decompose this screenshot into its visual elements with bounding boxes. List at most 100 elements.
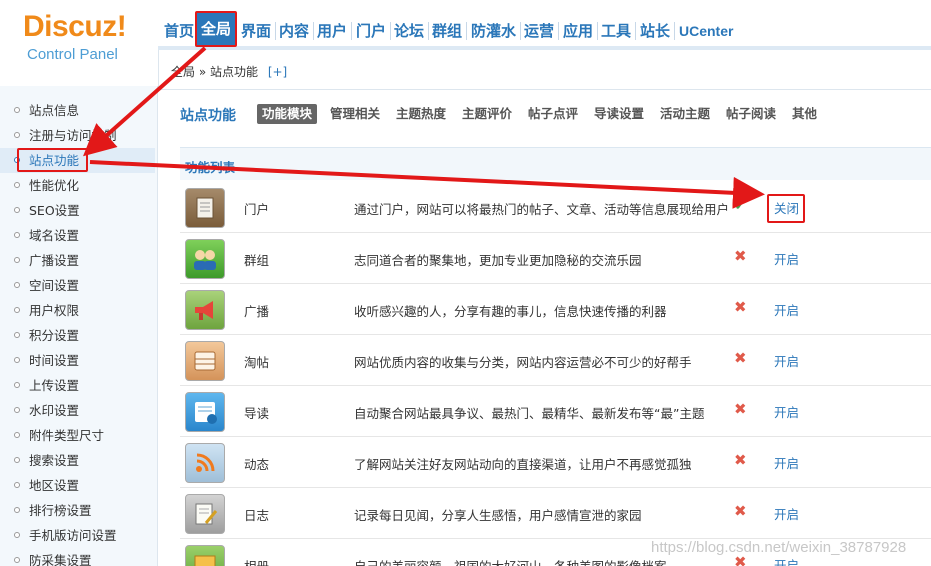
nav-operations[interactable]: 运营 [524, 20, 554, 44]
nav-groups[interactable]: 群组 [432, 20, 462, 44]
logo[interactable]: Discuz! Control Panel [0, 0, 158, 86]
cross-icon: ✖ [734, 451, 747, 469]
module-name: 门户 [244, 202, 270, 217]
table-row: 淘帖 网站优质内容的收集与分类，网站内容运营必不可少的好帮手 ✖ 开启 [180, 335, 931, 386]
sidebar-item-seo[interactable]: SEO设置 [0, 198, 155, 223]
sidebar-item-label: 用户权限 [29, 303, 80, 318]
bullet-icon [14, 282, 20, 288]
tab-post-read[interactable]: 帖子阅读 [726, 104, 776, 124]
nav-content[interactable]: 内容 [279, 20, 309, 44]
nav-tools[interactable]: 工具 [601, 20, 631, 44]
sidebar-item-ranking[interactable]: 排行榜设置 [0, 498, 155, 523]
module-description: 自己的美丽容颜，祖国的大好河山，各种美图的影像档案 [354, 556, 667, 566]
add-shortcut-link[interactable]: [+] [268, 65, 287, 79]
sidebar-item-performance[interactable]: 性能优化 [0, 173, 155, 198]
bullet-icon [14, 257, 20, 263]
tab-post-comment[interactable]: 帖子点评 [528, 104, 578, 124]
sidebar-item-label: 域名设置 [29, 228, 80, 243]
tab-management[interactable]: 管理相关 [330, 104, 380, 124]
sidebar-item-search[interactable]: 搜索设置 [0, 448, 155, 473]
nav-interface[interactable]: 界面 [241, 20, 271, 44]
cross-icon: ✖ [734, 298, 747, 316]
module-name: 动态 [244, 457, 270, 472]
sidebar-item-time[interactable]: 时间设置 [0, 348, 155, 373]
tab-thread-rating[interactable]: 主题评价 [462, 104, 512, 124]
enable-collection-button[interactable]: 开启 [774, 351, 799, 370]
sidebar-item-region[interactable]: 地区设置 [0, 473, 155, 498]
nav-divider [674, 22, 675, 40]
nav-divider [466, 22, 467, 40]
sidebar-item-site-info[interactable]: 站点信息 [0, 98, 155, 123]
sidebar-item-domain[interactable]: 域名设置 [0, 223, 155, 248]
enable-group-button[interactable]: 开启 [774, 249, 799, 268]
bullet-icon [14, 407, 20, 413]
sidebar-item-attachment-types[interactable]: 附件类型尺寸 [0, 423, 155, 448]
top-nav: 首页 全局 界面 内容 用户 门户 论坛 群组 防灌水 运营 应用 工具 站长 … [158, 0, 931, 48]
bullet-icon [14, 557, 20, 563]
nav-ucenter[interactable]: UCenter [679, 23, 733, 47]
sidebar-item-mobile[interactable]: 手机版访问设置 [0, 523, 155, 548]
sidebar-item-upload[interactable]: 上传设置 [0, 373, 155, 398]
nav-global[interactable]: 全局 [197, 12, 236, 46]
nav-forum[interactable]: 论坛 [394, 20, 424, 44]
enable-blog-button[interactable]: 开启 [774, 504, 799, 523]
sidebar-item-label: 手机版访问设置 [29, 528, 117, 543]
disable-portal-button[interactable]: 关闭 [774, 198, 799, 217]
sidebar-item-label: 空间设置 [29, 278, 80, 293]
logo-brand: Discuz! [23, 10, 127, 43]
enable-broadcast-button[interactable]: 开启 [774, 300, 799, 319]
sidebar-item-permissions[interactable]: 用户权限 [0, 298, 155, 323]
enable-album-button[interactable]: 开启 [774, 555, 799, 566]
bullet-icon [14, 332, 20, 338]
nav-home[interactable]: 首页 [164, 20, 194, 44]
sidebar-item-label: SEO设置 [29, 203, 80, 218]
module-description: 网站优质内容的收集与分类，网站内容运营必不可少的好帮手 [354, 355, 692, 370]
feed-icon [185, 443, 225, 483]
nav-users[interactable]: 用户 [317, 20, 347, 44]
sidebar-item-credits[interactable]: 积分设置 [0, 323, 155, 348]
nav-divider [313, 22, 314, 40]
nav-portal[interactable]: 门户 [356, 20, 386, 44]
sidebar-item-anti-scraping[interactable]: 防采集设置 [0, 548, 155, 566]
module-description: 收听感兴趣的人，分享有趣的事儿，信息快速传播的利器 [354, 304, 667, 319]
tab-guide[interactable]: 导读设置 [594, 104, 644, 124]
bullet-icon [14, 382, 20, 388]
nav-apps[interactable]: 应用 [563, 20, 593, 44]
module-name: 广播 [244, 304, 270, 319]
module-name: 日志 [244, 508, 270, 523]
sidebar-item-label: 时间设置 [29, 353, 80, 368]
table-row: 群组 志同道合者的聚集地，更加专业更加隐秘的交流乐园 ✖ 开启 [180, 233, 931, 284]
nav-webmaster[interactable]: 站长 [640, 20, 670, 44]
nav-divider [558, 22, 559, 40]
tab-activity[interactable]: 活动主题 [660, 104, 710, 124]
tab-modules[interactable]: 功能模块 [257, 104, 318, 124]
sidebar-item-space[interactable]: 空间设置 [0, 273, 155, 298]
bullet-icon [14, 507, 20, 513]
tab-thread-heat[interactable]: 主题热度 [396, 104, 446, 124]
sidebar-item-registration[interactable]: 注册与访问控制 [0, 123, 155, 148]
sidebar-item-label: 搜索设置 [29, 453, 80, 468]
nav-divider [351, 22, 352, 40]
bullet-icon [14, 182, 20, 188]
sidebar-item-label: 广播设置 [29, 253, 80, 268]
module-name: 淘帖 [244, 355, 270, 370]
enable-guide-button[interactable]: 开启 [774, 402, 799, 421]
section-header: 功能列表 [180, 147, 931, 180]
sidebar-item-watermark[interactable]: 水印设置 [0, 398, 155, 423]
bullet-icon [14, 232, 20, 238]
breadcrumb: 全局 » 站点功能 [+] [158, 50, 931, 90]
main-content: 站点功能 功能模块 管理相关 主题热度 主题评价 帖子点评 导读设置 活动主题 … [160, 90, 931, 566]
tab-other[interactable]: 其他 [792, 104, 817, 124]
nav-divider [597, 22, 598, 40]
sidebar: 站点信息 注册与访问控制 站点功能 性能优化 SEO设置 域名设置 广播设置 空… [0, 86, 158, 566]
nav-divider [428, 22, 429, 40]
group-icon [185, 239, 225, 279]
admin-control-panel: Discuz! Control Panel 首页 全局 界面 内容 用户 门户 … [0, 0, 931, 566]
enable-feed-button[interactable]: 开启 [774, 453, 799, 472]
table-row: 门户 通过门户，网站可以将最热门的帖子、文章、活动等信息展现给用户 ✔ 关闭 [180, 182, 931, 233]
page-title: 站点功能 [180, 108, 236, 124]
nav-anti-spam[interactable]: 防灌水 [471, 20, 516, 44]
sidebar-item-broadcast[interactable]: 广播设置 [0, 248, 155, 273]
module-description: 志同道合者的聚集地，更加专业更加隐秘的交流乐园 [354, 253, 642, 268]
sidebar-item-site-features[interactable]: 站点功能 [0, 148, 155, 173]
